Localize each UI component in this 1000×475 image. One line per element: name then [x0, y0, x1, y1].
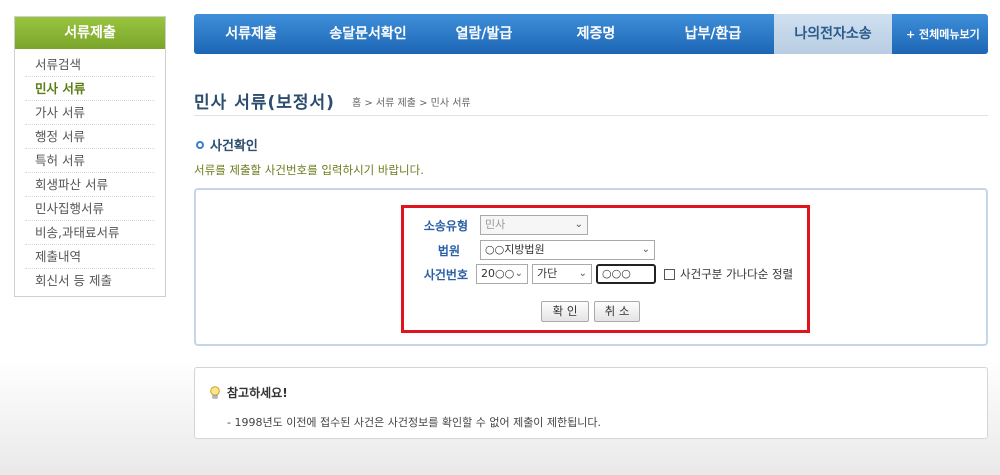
sidebar-title: 서류제출: [15, 17, 165, 49]
instruction-text: 서류를 제출할 사건번호를 입력하시기 바랍니다.: [194, 163, 424, 177]
sidebar-item-reply-submission[interactable]: 회신서 등 제출: [25, 269, 155, 292]
confirm-button[interactable]: 확 인: [541, 301, 589, 322]
case-year-value: 20○○: [481, 267, 515, 280]
sidebar-item-family-documents[interactable]: 가사 서류: [25, 101, 155, 125]
court-select[interactable]: ○○지방법원 ⌄: [480, 240, 655, 260]
note-box: 참고하세요! - 1998년도 이전에 접수된 사건은 사건정보를 확인할 수 …: [194, 367, 988, 439]
breadcrumb: 홈 > 서류 제출 > 민사 서류: [352, 98, 471, 109]
note-text: - 1998년도 이전에 접수된 사건은 사건정보를 확인할 수 없어 제출이 …: [227, 416, 602, 429]
title-divider: [194, 115, 988, 116]
case-number-input[interactable]: ○○○: [596, 264, 656, 284]
sidebar-item-rehabilitation-documents[interactable]: 회생파산 서류: [25, 173, 155, 197]
chevron-down-icon: ⌄: [574, 219, 583, 230]
nav-item-certificates[interactable]: 제증명: [540, 14, 652, 54]
note-title-text: 참고하세요!: [227, 386, 288, 400]
case-number-label: 사건번호: [423, 267, 468, 282]
case-year-select[interactable]: 20○○ ⌄: [476, 264, 528, 284]
nav-item-view-issue[interactable]: 열람/발급: [428, 14, 540, 54]
case-type-row: 소송유형 민사 ⌄: [410, 215, 588, 235]
case-code-value: 가단: [537, 267, 558, 280]
sidebar: 서류제출 서류검색 민사 서류 가사 서류 행정 서류 특허 서류 회생파산 서…: [14, 16, 166, 297]
cancel-button[interactable]: 취 소: [594, 301, 640, 322]
note-title: 참고하세요!: [209, 384, 288, 401]
section-title-text: 사건확인: [210, 139, 258, 154]
case-type-value: 민사: [485, 218, 506, 231]
nav-item-delivery-check[interactable]: 송달문서확인: [308, 14, 428, 54]
nav-item-document-submission[interactable]: 서류제출: [194, 14, 308, 54]
chevron-down-icon: ⌄: [578, 268, 587, 279]
sidebar-item-administrative-documents[interactable]: 행정 서류: [25, 125, 155, 149]
sidebar-item-document-search[interactable]: 서류검색: [25, 53, 155, 77]
case-type-label: 소송유형: [423, 218, 468, 233]
court-row: 법원 ○○지방법원 ⌄: [410, 240, 655, 260]
sidebar-item-submission-history[interactable]: 제출내역: [25, 245, 155, 269]
chevron-down-icon: ⌄: [514, 268, 523, 279]
sidebar-item-civil-documents[interactable]: 민사 서류: [25, 77, 155, 101]
case-number-row: 사건번호 20○○ ⌄ 가단 ⌄ ○○○ 사건구분 가나다순 정렬: [410, 264, 793, 284]
sort-checkbox[interactable]: [664, 268, 675, 280]
case-code-select[interactable]: 가단 ⌄: [532, 264, 592, 284]
nav-item-payment-refund[interactable]: 납부/환급: [652, 14, 774, 54]
case-type-select[interactable]: 민사 ⌄: [480, 215, 588, 235]
bullet-icon: [196, 140, 204, 149]
all-menu-link[interactable]: + 전체메뉴보기: [906, 26, 980, 42]
lightbulb-icon: [210, 385, 220, 398]
sort-checkbox-label: 사건구분 가나다순 정렬: [680, 267, 794, 281]
court-value: ○○지방법원: [485, 243, 545, 256]
top-nav: 서류제출 송달문서확인 열람/발급 제증명 납부/환급 나의전자소송 + 전체메…: [194, 14, 988, 54]
page-title: 민사 서류(보정서): [194, 93, 335, 113]
sidebar-list: 서류검색 민사 서류 가사 서류 행정 서류 특허 서류 회생파산 서류 민사집…: [15, 49, 165, 292]
sidebar-item-non-contentious-documents[interactable]: 비송,과태료서류: [25, 221, 155, 245]
nav-item-my-e-litigation[interactable]: 나의전자소송: [774, 14, 892, 54]
section-title: 사건확인: [196, 135, 258, 154]
sidebar-item-civil-execution-documents[interactable]: 민사집행서류: [25, 197, 155, 221]
sidebar-item-patent-documents[interactable]: 특허 서류: [25, 149, 155, 173]
chevron-down-icon: ⌄: [641, 244, 650, 255]
court-label: 법원: [437, 243, 460, 258]
